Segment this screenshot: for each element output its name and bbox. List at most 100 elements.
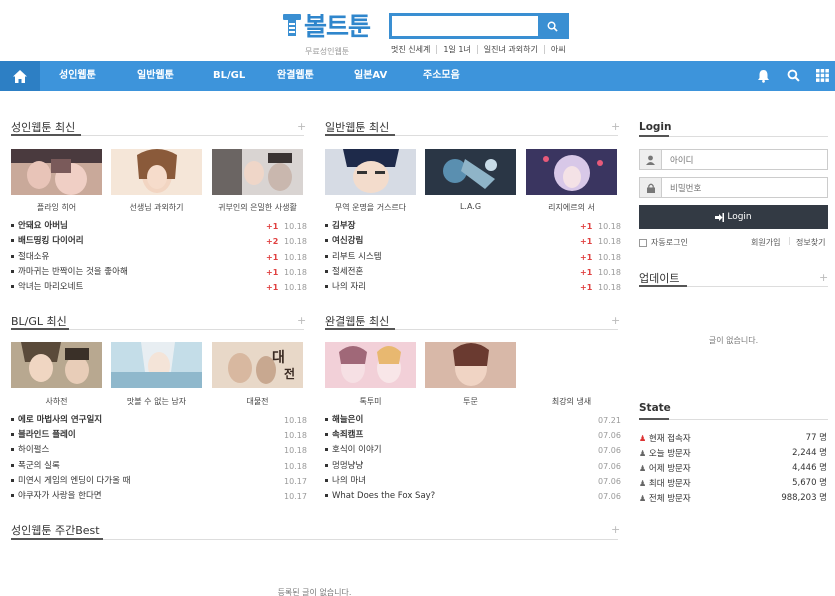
- empty-message: 글이 없습니다.: [708, 336, 759, 345]
- post-date: 07.06: [598, 446, 621, 455]
- section-title-general[interactable]: 일반웹툰 최신: [325, 119, 389, 135]
- thumbnail-caption[interactable]: 리지에르의 서: [526, 202, 617, 213]
- nav-home-button[interactable]: [0, 61, 40, 91]
- thumbnail-image[interactable]: [11, 342, 102, 388]
- thumbnail-image[interactable]: 대전: [212, 342, 303, 388]
- section-title-weekly[interactable]: 성인웹툰 주간Best: [11, 522, 100, 538]
- top-links: 멋진 신세계 1일 1녀 일진녀 과외하기 아씨: [389, 45, 572, 54]
- thumbnail-image[interactable]: [11, 149, 102, 195]
- section-divider: [11, 328, 304, 330]
- register-link[interactable]: 회원가입: [751, 237, 780, 248]
- list-item[interactable]: 악녀는 마리오네트: [11, 280, 83, 295]
- list-item[interactable]: 폭군의 실록: [11, 459, 60, 474]
- section-title-blgl[interactable]: BL/GL 최신: [11, 313, 67, 329]
- search-button[interactable]: [538, 16, 566, 36]
- list-item[interactable]: 야쿠자가 사랑을 한다면: [11, 489, 102, 504]
- list-item[interactable]: 안돼요 아버님: [11, 219, 68, 234]
- state-value: 77 명: [805, 433, 827, 443]
- post-date: 10.17: [284, 477, 307, 486]
- state-row: ♟ 어제 방문자: [639, 464, 691, 474]
- thumbnail-caption[interactable]: 투문: [425, 396, 516, 407]
- site-logo[interactable]: 볼트툰: [283, 10, 371, 41]
- nav-item-adult[interactable]: 성인웹툰: [59, 61, 96, 91]
- nav-item-links[interactable]: 주소모음: [423, 61, 460, 91]
- thumbnail-caption[interactable]: 사하전: [11, 396, 102, 407]
- section-divider: [639, 285, 828, 287]
- thumbnail-caption[interactable]: 톡투미: [325, 396, 416, 407]
- plus-icon[interactable]: +: [611, 523, 620, 536]
- comment-count: +1: [266, 283, 279, 292]
- comment-count: +1: [266, 222, 279, 231]
- list-item[interactable]: 미연시 게임의 엔딩이 다가올 때: [11, 474, 130, 489]
- plus-icon[interactable]: +: [819, 271, 828, 284]
- nav-bell-button[interactable]: [757, 69, 771, 83]
- thumbnail-caption[interactable]: 귀부인의 은밀한 사생활: [212, 202, 303, 213]
- post-date: 10.18: [598, 237, 621, 246]
- link-separator: |: [788, 236, 791, 245]
- thumbnail-image[interactable]: [425, 149, 516, 195]
- thumbnail-caption[interactable]: 선생님 과외하기: [111, 202, 202, 213]
- list-item[interactable]: 여신강림: [325, 234, 363, 249]
- update-title[interactable]: 업데이트: [639, 270, 679, 286]
- list-item[interactable]: 배드띵킹 다이어리: [11, 234, 84, 249]
- list-item[interactable]: 절대소유: [11, 250, 49, 265]
- nav-search-button[interactable]: [787, 69, 801, 83]
- list-item[interactable]: What Does the Fox Say?: [325, 489, 435, 504]
- thumbnail-image[interactable]: [425, 342, 516, 388]
- nav-item-blgl[interactable]: BL/GL: [213, 61, 245, 91]
- thumbnail-caption[interactable]: 무역 운명을 거스르다: [325, 202, 416, 213]
- thumbnail-image[interactable]: [111, 342, 202, 388]
- svg-text:대: 대: [272, 350, 285, 366]
- top-link[interactable]: 멋진 신세계: [389, 45, 438, 54]
- section-divider: [639, 418, 828, 420]
- nav-item-complete[interactable]: 완결웹툰: [277, 61, 314, 91]
- thumbnail-caption[interactable]: 대물전: [212, 396, 303, 407]
- plus-icon[interactable]: +: [611, 314, 620, 327]
- thumbnail-caption[interactable]: 최강의 냉새: [526, 396, 617, 407]
- list-item[interactable]: 까마귀는 반짝이는 것을 좋아해: [11, 265, 128, 280]
- list-item[interactable]: 멍멍냥냥: [325, 459, 363, 474]
- login-button[interactable]: Login: [639, 205, 828, 229]
- top-link[interactable]: 일진녀 과외하기: [478, 45, 545, 54]
- thumbnail-image[interactable]: [526, 149, 617, 195]
- search-input[interactable]: [392, 16, 542, 36]
- top-link[interactable]: 1일 1녀: [437, 45, 478, 54]
- list-item[interactable]: 절세전혼: [325, 265, 363, 280]
- find-info-link[interactable]: 정보찾기: [796, 237, 825, 248]
- plus-icon[interactable]: +: [297, 120, 306, 133]
- list-item[interactable]: 호식이 이야기: [325, 443, 382, 458]
- auto-login[interactable]: 자동로그인: [639, 237, 688, 248]
- sign-in-icon: [715, 212, 725, 222]
- list-item[interactable]: 속죄캠프: [325, 428, 363, 443]
- main-nav: 성인웹툰 일반웹툰 BL/GL 완결웹툰 일본AV 주소모음: [0, 61, 835, 91]
- comment-count: +1: [266, 268, 279, 277]
- list-item[interactable]: 나의 자리: [325, 280, 366, 295]
- thumbnail-image[interactable]: [325, 149, 416, 195]
- section-title-adult[interactable]: 성인웹툰 최신: [11, 119, 75, 135]
- thumbnail-image[interactable]: [325, 342, 416, 388]
- thumbnail-image[interactable]: [212, 149, 303, 195]
- list-item[interactable]: 하이펄스: [11, 443, 49, 458]
- plus-icon[interactable]: +: [297, 314, 306, 327]
- auto-login-checkbox[interactable]: [639, 238, 647, 247]
- thumbnail-caption[interactable]: 플라잉 히어: [11, 202, 102, 213]
- list-item[interactable]: 에로 마법사의 연구일지: [11, 413, 102, 428]
- section-title-complete[interactable]: 완결웹툰 최신: [325, 313, 389, 329]
- nav-menu-button[interactable]: [816, 69, 830, 83]
- nav-item-jav[interactable]: 일본AV: [354, 61, 387, 91]
- plus-icon[interactable]: +: [611, 120, 620, 133]
- nav-item-general[interactable]: 일반웹툰: [137, 61, 174, 91]
- list-item[interactable]: 김부장: [325, 219, 355, 234]
- list-item[interactable]: 블라인드 플레이: [11, 428, 76, 443]
- top-link[interactable]: 아씨: [545, 45, 572, 54]
- list-item[interactable]: 나의 마녀: [325, 474, 366, 489]
- password-input[interactable]: [670, 180, 820, 195]
- list-item[interactable]: 리부트 시스템: [325, 250, 382, 265]
- list-item[interactable]: 해늘은이: [325, 413, 363, 428]
- thumbnail-image[interactable]: [111, 149, 202, 195]
- thumbnail-caption[interactable]: L.A.G: [425, 202, 516, 211]
- state-value: 5,670 명: [792, 478, 827, 488]
- thumbnail-caption[interactable]: 맛볼 수 없는 남자: [111, 396, 202, 407]
- id-field: [639, 149, 828, 170]
- id-input[interactable]: [670, 152, 820, 167]
